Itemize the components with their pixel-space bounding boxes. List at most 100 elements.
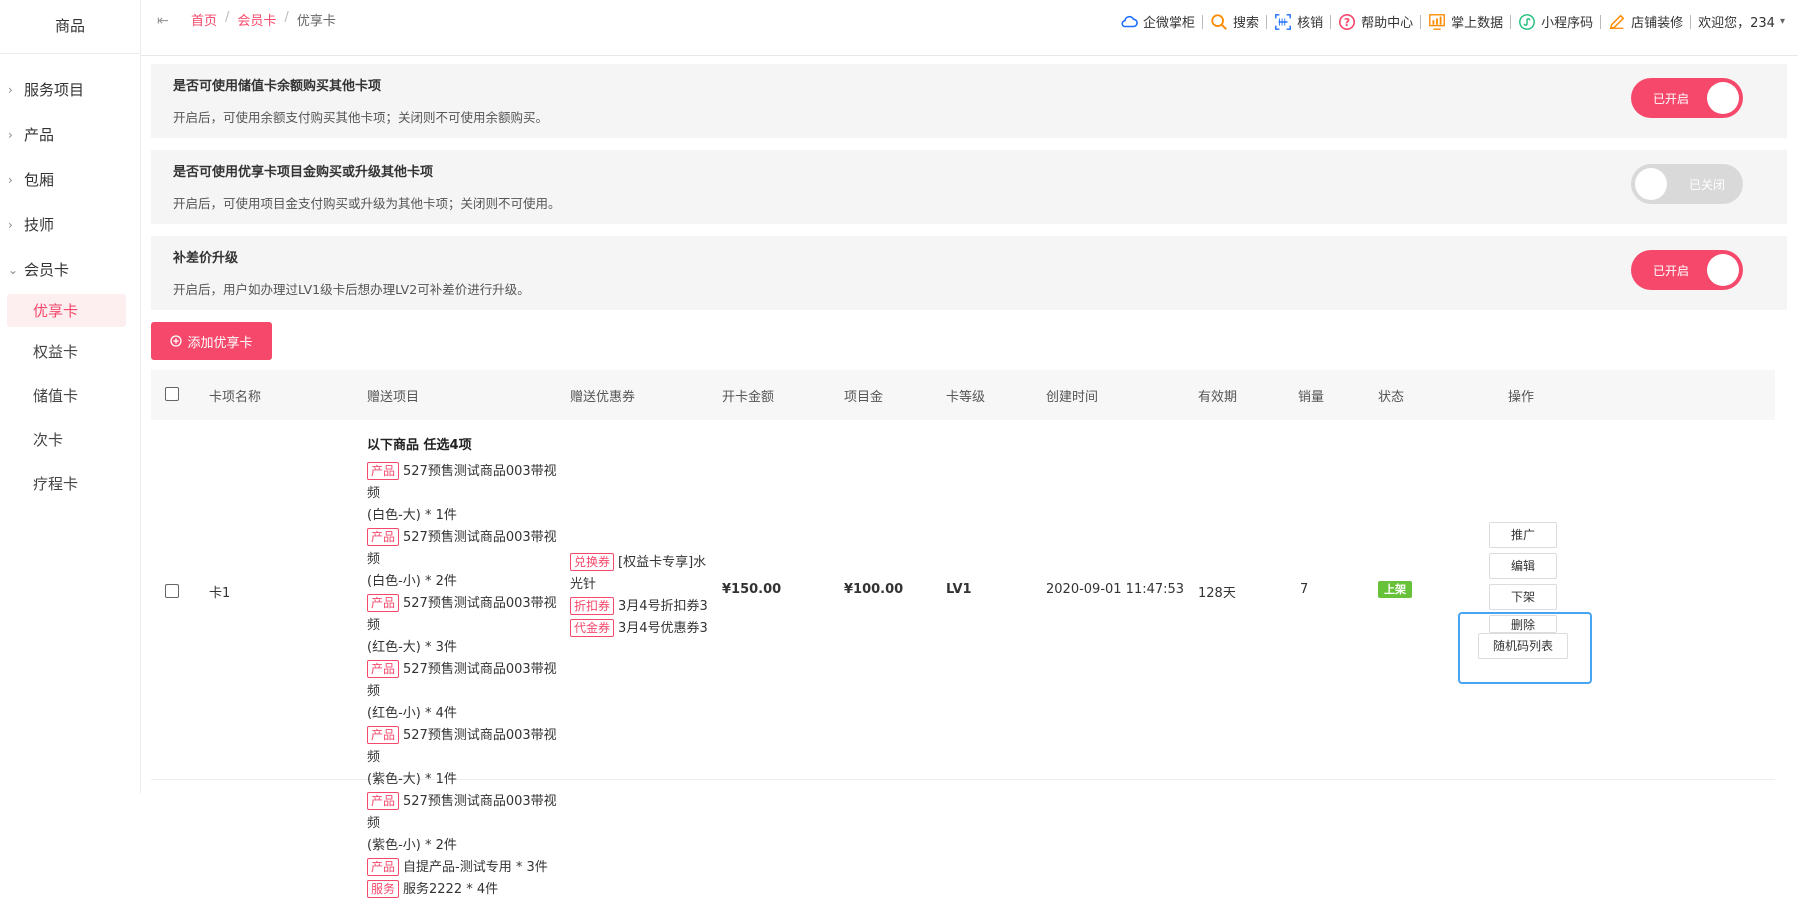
sidebar-item-label: 技师 [24,216,55,234]
sales-count: 7 [1300,582,1309,597]
gift-item: 产品 527预售测试商品003带视频 (白色-小) * 2件 [367,528,557,589]
sidebar-item-label: 会员卡 [24,261,70,279]
sidebar-item-rights-card[interactable]: 权益卡 [0,329,140,373]
col-level: 卡等级 [946,389,986,405]
paint-icon [1609,14,1625,29]
tool-search[interactable]: 搜索 [1203,12,1266,31]
sidebar-item-technician[interactable]: › 技师 [0,202,140,247]
gift-item: 产品 527预售测试商品003带视频 (紫色-小) * 2件 [367,792,557,853]
unlist-button[interactable]: 下架 [1489,584,1557,610]
setting-toggle[interactable]: 已开启 [1631,250,1743,290]
sidebar-item-service[interactable]: › 服务项目 [0,67,140,112]
gift-tag: 产品 [367,594,400,612]
select-all-checkbox[interactable] [165,387,179,401]
setting-title: 是否可使用优享卡项目金购买或升级其他卡项 [173,165,434,180]
gift-tag: 产品 [367,792,400,810]
sidebar-item-product[interactable]: › 产品 [0,112,140,157]
sidebar-item-label: 服务项目 [24,81,85,99]
col-sales: 销量 [1298,389,1325,405]
toggle-label: 已开启 [1653,92,1690,106]
table-row: 卡1 以下商品 任选4项 产品 527预售测试商品003带视频 (白色-大) * 1… [151,420,1775,898]
card-table: 卡项名称 赠送项目 赠送优惠券 开卡金额 项目金 卡等级 创建时间 有效期 销量… [151,370,1775,898]
coupon-list: 兑换券 [权益卡专享]水 光针 折扣券 3月4号折扣券3 代金券 3月4号优惠券3 [570,552,710,640]
breadcrumb: 首页 / 会员卡 / 优享卡 [191,10,336,29]
plus-circle-icon [170,335,183,347]
setting-stored-value-purchase: 是否可使用储值卡余额购买其他卡项 开启后，可使用余额支付购买其他卡项；关闭则不可… [151,64,1787,138]
setting-title: 补差价升级 [173,251,239,266]
setting-toggle[interactable]: 已开启 [1631,78,1743,118]
chevron-down-icon: ⌄ [8,262,19,277]
setting-desc: 开启后，可使用项目金支付购买或升级为其他卡项；关闭则不可使用。 [173,196,561,211]
gift-item: 产品 527预售测试商品003带视频 (红色-小) * 4件 [367,660,557,721]
card-name: 卡1 [209,586,231,601]
gift-item: 产品 527预售测试商品003带视频 (红色-大) * 3件 [367,594,557,655]
gift-list: 以下商品 任选4项 产品 527预售测试商品003带视频 (白色-大) * 1件 产… [367,434,567,901]
breadcrumb-current: 优享卡 [296,14,336,29]
col-actions: 操作 [1508,389,1535,405]
col-coupon: 赠送优惠券 [570,389,636,405]
gift-tag: 产品 [367,528,400,546]
setting-desc: 开启后，可使用余额支付购买其他卡项；关闭则不可使用余额购买。 [173,110,549,125]
promote-button[interactable]: 推广 [1489,522,1557,548]
gift-item: 产品 527预售测试商品003带视频 (紫色-大) * 1件 [367,726,557,787]
top-header: ⇤ 首页 / 会员卡 / 优享卡 企微掌柜 搜索 核销 ? 帮助中心 掌上数据 [141,0,1798,56]
add-card-label: 添加优享卡 [187,335,253,351]
col-validity: 有效期 [1198,389,1238,405]
miniprogram-icon [1519,13,1536,30]
chart-icon [1429,13,1445,30]
sidebar-item-stored-value-card[interactable]: 储值卡 [0,373,140,417]
tool-help[interactable]: ? 帮助中心 [1331,12,1420,31]
table-header: 卡项名称 赠送项目 赠送优惠券 开卡金额 项目金 卡等级 创建时间 有效期 销量… [151,370,1775,420]
created-time: 2020-09-01 11:47:53 [1046,582,1185,597]
welcome-text: 欢迎您，234 [1698,16,1775,31]
cloud-icon [1121,15,1138,27]
gift-tag: 产品 [367,462,400,480]
gift-item: 产品 自提产品-测试专用 * 3件 [367,857,567,879]
tool-mobile-data[interactable]: 掌上数据 [1421,12,1510,31]
setting-title: 是否可使用储值卡余额购买其他卡项 [173,79,382,94]
edit-button[interactable]: 编辑 [1489,553,1557,579]
gift-tag: 产品 [367,726,400,744]
col-gift: 赠送项目 [367,389,420,405]
open-amount: ¥150.00 [722,582,782,597]
col-project-gold: 项目金 [844,389,884,405]
chevron-right-icon: › [8,172,13,187]
sidebar-item-member-card[interactable]: ⌄ 会员卡 [0,247,140,292]
tool-shop-decor[interactable]: 店铺装修 [1601,12,1690,31]
main-content: 是否可使用储值卡余额购买其他卡项 开启后，可使用余额支付购买其他卡项；关闭则不可… [151,64,1787,898]
sidebar: 商品 › 服务项目 › 产品 › 包厢 › 技师 ⌄ 会员卡 优享卡 权益卡 储值卡 次卡… [0,0,141,793]
breadcrumb-home[interactable]: 首页 [191,10,217,29]
coupon-item: 兑换券 [权益卡专享]水 光针 [570,553,707,592]
sidebar-item-course-card[interactable]: 疗程卡 [0,461,140,505]
tool-label: 企微掌柜 [1143,16,1196,31]
tool-label: 搜索 [1233,16,1260,31]
user-welcome[interactable]: 欢迎您，234 ▾ [1691,12,1792,31]
gift-tag: 服务 [367,880,400,898]
tool-wecom[interactable]: 企微掌柜 [1113,12,1202,31]
sidebar-item-label: 产品 [24,126,55,144]
coupon-tag: 兑换券 [570,553,615,571]
add-card-button[interactable]: 添加优享卡 [151,322,272,360]
setting-toggle[interactable]: 已关闭 [1631,164,1743,204]
chevron-right-icon: › [8,127,13,142]
row-checkbox[interactable] [165,584,179,598]
setting-desc: 开启后，用户如办理过LV1级卡后想办理LV2可补差价进行升级。 [173,282,530,297]
search-icon [1211,13,1227,30]
tool-label: 掌上数据 [1451,16,1504,31]
setting-project-gold-purchase: 是否可使用优享卡项目金购买或升级其他卡项 开启后，可使用项目金支付购买或升级为其… [151,150,1787,224]
collapse-sidebar-icon[interactable]: ⇤ [157,13,169,29]
tool-miniprogram[interactable]: 小程序码 [1511,12,1600,31]
gift-tag: 产品 [367,660,400,678]
toggle-label: 已开启 [1653,264,1690,278]
sidebar-item-youxiang-card[interactable]: 优享卡 [7,294,126,327]
random-code-list-button[interactable]: 随机码列表 [1478,633,1568,659]
breadcrumb-member-card[interactable]: 会员卡 [237,10,276,29]
col-created: 创建时间 [1046,389,1099,405]
col-name: 卡项名称 [209,389,262,405]
gift-item: 服务 服务2222 * 4件 [367,879,567,901]
sidebar-item-times-card[interactable]: 次卡 [0,417,140,461]
gift-tag: 产品 [367,858,400,876]
tool-verify[interactable]: 核销 [1267,12,1330,31]
status-badge: 上架 [1378,581,1412,598]
sidebar-item-room[interactable]: › 包厢 [0,157,140,202]
